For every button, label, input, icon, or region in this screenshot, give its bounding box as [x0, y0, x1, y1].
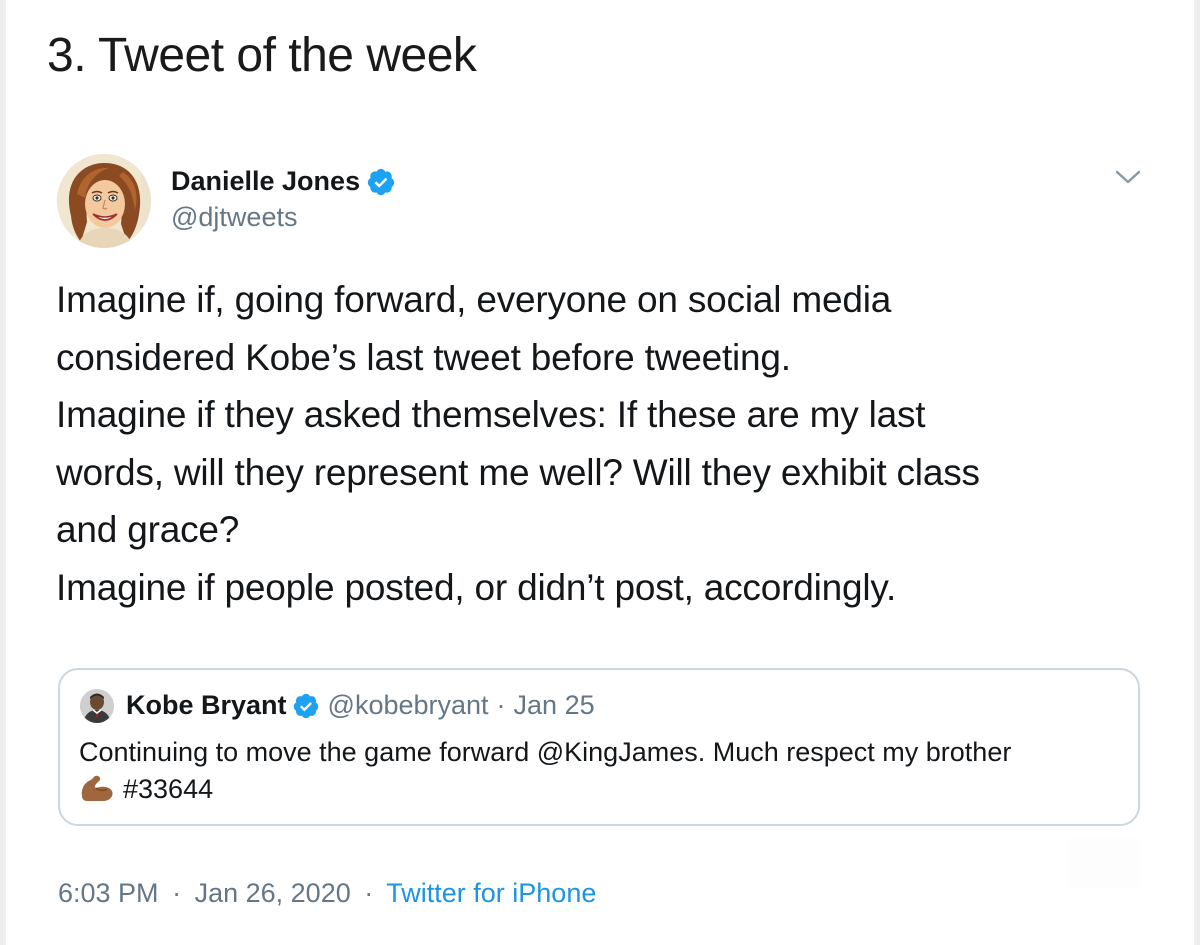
quoted-tweet-header: Kobe Bryant @kobebryant · Jan 25: [126, 690, 595, 721]
background-artifact: [1068, 838, 1140, 888]
chevron-down-icon[interactable]: [1114, 166, 1142, 188]
quoted-tweet-text-line: #33644: [79, 771, 1129, 808]
page: 3. Tweet of the week Danielle Jones @djt…: [0, 0, 1200, 945]
quoted-author-name[interactable]: Kobe Bryant: [126, 690, 287, 721]
tweet-date[interactable]: Jan 26, 2020: [195, 878, 351, 908]
tweet-text: Imagine if, going forward, everyone on s…: [56, 271, 1156, 616]
quoted-tweet-date[interactable]: Jan 25: [514, 690, 595, 721]
verified-badge-icon: [293, 693, 318, 718]
tweet-text-line: Imagine if they asked themselves: If the…: [56, 394, 926, 435]
meta-separator: ·: [364, 878, 374, 908]
quoted-author-avatar[interactable]: [80, 689, 114, 723]
right-border: [1194, 0, 1200, 945]
meta-separator: ·: [496, 690, 506, 720]
page-heading: 3. Tweet of the week: [47, 29, 477, 82]
portrait-avatar-icon: [80, 689, 114, 723]
quoted-tweet-text: Continuing to move the game forward @Kin…: [79, 734, 1129, 808]
author-name[interactable]: Danielle Jones: [171, 166, 360, 197]
left-border: [0, 0, 6, 945]
tweet-text-line: considered Kobe’s last tweet before twee…: [56, 336, 791, 378]
verified-badge-icon: [367, 168, 395, 195]
tweet-time[interactable]: 6:03 PM: [58, 878, 159, 908]
quoted-tweet-card[interactable]: Kobe Bryant @kobebryant · Jan 25 Continu…: [58, 668, 1140, 826]
tweet-text-line: words, will they represent me well? Will…: [56, 451, 980, 493]
flexed-biceps-icon: [81, 775, 113, 801]
author-handle[interactable]: @djtweets: [171, 202, 297, 233]
author-name-row[interactable]: Danielle Jones: [171, 166, 396, 197]
meta-separator: ·: [172, 878, 182, 908]
tweet-source-link[interactable]: Twitter for iPhone: [386, 878, 596, 908]
quoted-tweet-hashtag[interactable]: #33644: [123, 774, 213, 804]
quoted-tweet-text-line: Continuing to move the game forward @Kin…: [79, 737, 1012, 767]
caricature-avatar-icon: [57, 154, 151, 248]
tweet-footer: 6:03 PM · Jan 26, 2020 · Twitter for iPh…: [58, 878, 596, 909]
author-avatar[interactable]: [57, 154, 151, 248]
quoted-author-handle[interactable]: @kobebryant: [328, 690, 489, 721]
tweet-text-line: and grace?: [56, 509, 240, 550]
tweet-text-line: Imagine if, going forward, everyone on s…: [56, 279, 892, 320]
tweet-text-line: Imagine if people posted, or didn’t post…: [56, 566, 897, 608]
